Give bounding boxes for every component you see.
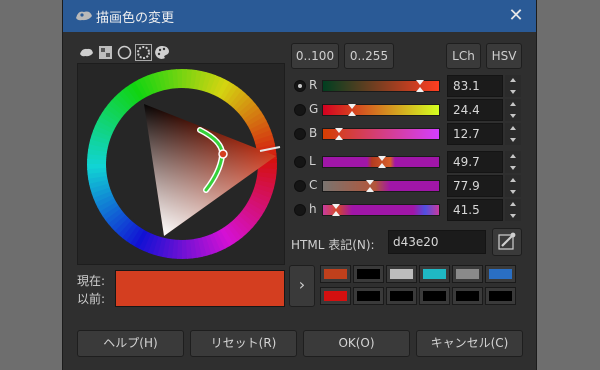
wilber-icon[interactable] bbox=[79, 45, 94, 60]
current-label: 現在: bbox=[77, 274, 106, 288]
history-swatch[interactable] bbox=[452, 287, 483, 305]
cancel-button[interactable]: キャンセル(C) bbox=[416, 330, 523, 357]
radio-g[interactable] bbox=[294, 104, 306, 116]
radio-l[interactable] bbox=[294, 156, 306, 168]
slider-c[interactable] bbox=[322, 180, 440, 192]
hue-wheel[interactable] bbox=[82, 64, 282, 264]
spinner-b[interactable] bbox=[505, 123, 521, 145]
close-icon[interactable]: ✕ bbox=[504, 4, 528, 28]
history-swatch[interactable] bbox=[386, 265, 417, 283]
value-field-l[interactable]: 49.7 bbox=[447, 151, 503, 173]
slider-b[interactable] bbox=[322, 128, 440, 140]
channel-label-l: L bbox=[309, 154, 316, 168]
spinner-c[interactable] bbox=[505, 175, 521, 197]
title-bar: 描画色の変更 ✕ bbox=[63, 0, 536, 32]
ok-button[interactable]: OK(O) bbox=[303, 330, 410, 357]
hsv-button[interactable]: HSV bbox=[486, 43, 522, 69]
spinner-g[interactable] bbox=[505, 99, 521, 121]
color-wheel-icon[interactable] bbox=[135, 44, 152, 61]
previous-label: 以前: bbox=[77, 292, 106, 306]
channel-label-h: h bbox=[309, 202, 317, 216]
gimp-app-icon bbox=[76, 11, 92, 21]
history-swatch[interactable] bbox=[353, 287, 384, 305]
reset-button[interactable]: リセット(R) bbox=[190, 330, 297, 357]
spinner-r[interactable] bbox=[505, 75, 521, 97]
watercolor-icon[interactable] bbox=[117, 45, 132, 60]
channel-label-r: R bbox=[309, 78, 318, 92]
channel-label-c: C bbox=[309, 178, 318, 192]
history-swatch[interactable] bbox=[353, 265, 384, 283]
history-swatch[interactable] bbox=[419, 265, 450, 283]
channel-label-b: B bbox=[309, 126, 318, 140]
current-color-swatch bbox=[115, 270, 285, 307]
radio-b[interactable] bbox=[294, 128, 306, 140]
slider-g[interactable] bbox=[322, 104, 440, 116]
value-field-h[interactable]: 41.5 bbox=[447, 199, 503, 221]
radio-c[interactable] bbox=[294, 180, 306, 192]
value-field-r[interactable]: 83.1 bbox=[447, 75, 503, 97]
add-to-history-button[interactable]: › bbox=[289, 265, 315, 307]
history-swatch[interactable] bbox=[485, 287, 516, 305]
html-notation-input[interactable]: d43e20 bbox=[388, 230, 486, 254]
slider-l[interactable] bbox=[322, 156, 440, 168]
html-notation-label: HTML 表記(N): bbox=[291, 238, 375, 252]
spinner-h[interactable] bbox=[505, 199, 521, 221]
value-field-b[interactable]: 12.7 bbox=[447, 123, 503, 145]
lch-button[interactable]: LCh bbox=[446, 43, 481, 69]
radio-h[interactable] bbox=[294, 204, 306, 216]
palette-icon[interactable] bbox=[98, 45, 113, 60]
history-swatch[interactable] bbox=[386, 287, 417, 305]
slider-r[interactable] bbox=[322, 80, 440, 92]
history-swatch[interactable] bbox=[452, 265, 483, 283]
history-swatch[interactable] bbox=[320, 287, 351, 305]
window-title: 描画色の変更 bbox=[96, 11, 175, 26]
channel-label-g: G bbox=[309, 102, 319, 116]
color-dialog: 描画色の変更 ✕ 0..100 0..255 LCh HSV R 83.1 G … bbox=[63, 0, 536, 370]
slider-h[interactable] bbox=[322, 204, 440, 216]
color-picker-button[interactable] bbox=[492, 228, 522, 256]
eyedropper-icon bbox=[498, 232, 516, 250]
value-field-c[interactable]: 77.9 bbox=[447, 175, 503, 197]
radio-r[interactable] bbox=[294, 80, 306, 92]
range-255-button[interactable]: 0..255 bbox=[344, 43, 394, 69]
history-swatch[interactable] bbox=[419, 287, 450, 305]
history-swatch[interactable] bbox=[320, 265, 351, 283]
range-100-button[interactable]: 0..100 bbox=[291, 43, 339, 69]
color-palette-icon[interactable] bbox=[155, 45, 170, 60]
value-field-g[interactable]: 24.4 bbox=[447, 99, 503, 121]
help-button[interactable]: ヘルプ(H) bbox=[77, 330, 184, 357]
history-swatch[interactable] bbox=[485, 265, 516, 283]
chevron-right-icon: › bbox=[298, 275, 306, 294]
spinner-l[interactable] bbox=[505, 151, 521, 173]
color-wheel-area[interactable] bbox=[77, 63, 285, 265]
